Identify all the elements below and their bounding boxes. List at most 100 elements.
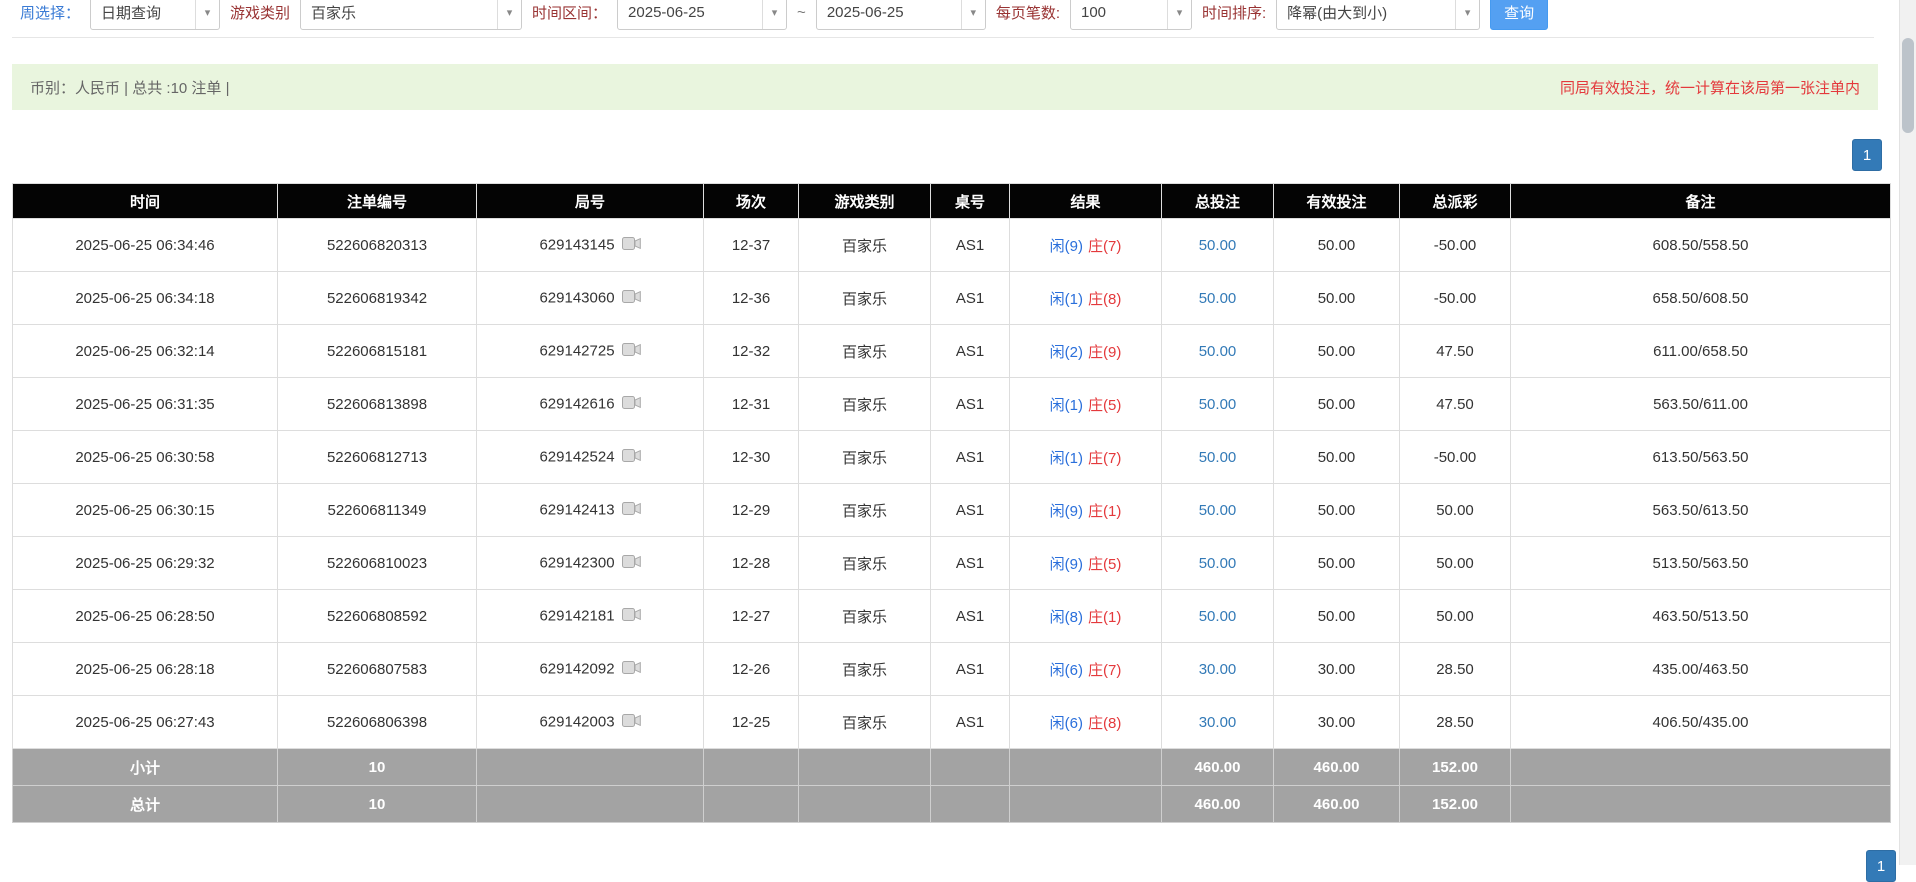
week-select-label: 周选择： xyxy=(20,2,80,23)
total-bet-link[interactable]: 50.00 xyxy=(1199,555,1237,572)
table-row: 2025-06-25 06:29:32 522606810023 6291423… xyxy=(13,537,1891,590)
video-replay-icon[interactable] xyxy=(622,448,641,467)
cell-round-id: 629142413 xyxy=(477,484,704,537)
total-bet-link[interactable]: 30.00 xyxy=(1199,661,1237,678)
cell-valid-bet: 50.00 xyxy=(1274,325,1400,378)
video-replay-icon[interactable] xyxy=(622,554,641,573)
banker-result: 庄(7) xyxy=(1088,238,1121,255)
vertical-scrollbar[interactable] xyxy=(1899,0,1916,865)
round-id-text: 629142524 xyxy=(539,448,614,465)
date-to-select[interactable]: 2025-06-25 ▾ xyxy=(816,0,986,30)
cell-valid-bet: 50.00 xyxy=(1274,590,1400,643)
banker-result: 庄(7) xyxy=(1088,450,1121,467)
table-row: 2025-06-25 06:27:43 522606806398 6291420… xyxy=(13,696,1891,749)
cell-total-bet: 30.00 xyxy=(1162,643,1274,696)
cell-valid-bet: 50.00 xyxy=(1274,219,1400,272)
video-replay-icon[interactable] xyxy=(622,713,641,732)
cell-round-id: 629142725 xyxy=(477,325,704,378)
player-result: 闲(1) xyxy=(1050,397,1083,414)
chevron-down-icon: ▾ xyxy=(961,0,985,29)
video-replay-icon[interactable] xyxy=(622,395,641,414)
video-replay-icon[interactable] xyxy=(622,342,641,361)
empty-cell xyxy=(1511,749,1891,786)
cell-time: 2025-06-25 06:30:15 xyxy=(13,484,278,537)
currency-total-text: 币别：人民币 | 总共 :10 注单 | xyxy=(30,77,229,98)
date-from-select[interactable]: 2025-06-25 ▾ xyxy=(617,0,787,30)
column-header-bet-id: 注单编号 xyxy=(278,184,477,219)
table-row: 2025-06-25 06:34:18 522606819342 6291430… xyxy=(13,272,1891,325)
total-bet-link[interactable]: 50.00 xyxy=(1199,502,1237,519)
video-replay-icon[interactable] xyxy=(622,236,641,255)
cell-remark: 613.50/563.50 xyxy=(1511,431,1891,484)
cell-table-no: AS1 xyxy=(931,431,1010,484)
game-category-label: 游戏类别 xyxy=(230,2,290,23)
pagination-bottom: 1 xyxy=(1866,850,1896,882)
cell-total-bet: 30.00 xyxy=(1162,696,1274,749)
cell-table-no: AS1 xyxy=(931,590,1010,643)
player-result: 闲(9) xyxy=(1050,503,1083,520)
column-header-time: 时间 xyxy=(13,184,278,219)
cell-table-no: AS1 xyxy=(931,325,1010,378)
empty-cell xyxy=(799,749,931,786)
table-row: 2025-06-25 06:31:35 522606813898 6291426… xyxy=(13,378,1891,431)
cell-result: 闲(6)庄(7) xyxy=(1010,643,1162,696)
cell-payout: 50.00 xyxy=(1400,537,1511,590)
banker-result: 庄(5) xyxy=(1088,397,1121,414)
range-tilde: ~ xyxy=(797,4,806,21)
cell-time: 2025-06-25 06:32:14 xyxy=(13,325,278,378)
scrollbar-thumb[interactable] xyxy=(1902,38,1914,133)
cell-session: 12-36 xyxy=(704,272,799,325)
cell-table-no: AS1 xyxy=(931,272,1010,325)
total-bet-link[interactable]: 50.00 xyxy=(1199,608,1237,625)
subtotal-total-bet: 460.00 xyxy=(1162,749,1274,786)
empty-cell xyxy=(931,749,1010,786)
empty-cell xyxy=(704,786,799,823)
cell-bet-id: 522606819342 xyxy=(278,272,477,325)
filter-row: 周选择： 日期查询 ▾ 游戏类别 百家乐 ▾ 时间区间： 2025-06-25 … xyxy=(20,0,1548,30)
column-header-result: 结果 xyxy=(1010,184,1162,219)
search-button[interactable]: 查询 xyxy=(1490,0,1548,30)
total-bet-link[interactable]: 50.00 xyxy=(1199,396,1237,413)
video-replay-icon[interactable] xyxy=(622,607,641,626)
cell-remark: 435.00/463.50 xyxy=(1511,643,1891,696)
cell-game-type: 百家乐 xyxy=(799,696,931,749)
page-size-select[interactable]: 100 ▾ xyxy=(1070,0,1192,30)
cell-round-id: 629142003 xyxy=(477,696,704,749)
cell-payout: 28.50 xyxy=(1400,643,1511,696)
total-bet-link[interactable]: 50.00 xyxy=(1199,237,1237,254)
date-from-value: 2025-06-25 xyxy=(628,4,705,21)
total-bet-link[interactable]: 50.00 xyxy=(1199,449,1237,466)
cell-session: 12-30 xyxy=(704,431,799,484)
cell-game-type: 百家乐 xyxy=(799,272,931,325)
page-1-button[interactable]: 1 xyxy=(1852,139,1882,171)
total-total-bet: 460.00 xyxy=(1162,786,1274,823)
table-row: 2025-06-25 06:30:58 522606812713 6291425… xyxy=(13,431,1891,484)
subtotal-label: 小计 xyxy=(13,749,278,786)
total-bet-link[interactable]: 30.00 xyxy=(1199,714,1237,731)
video-replay-icon[interactable] xyxy=(622,660,641,679)
cell-payout: 47.50 xyxy=(1400,325,1511,378)
cell-remark: 611.00/658.50 xyxy=(1511,325,1891,378)
subtotal-valid-bet: 460.00 xyxy=(1274,749,1400,786)
cell-bet-id: 522606812713 xyxy=(278,431,477,484)
video-replay-icon[interactable] xyxy=(622,289,641,308)
player-result: 闲(8) xyxy=(1050,609,1083,626)
cell-time: 2025-06-25 06:29:32 xyxy=(13,537,278,590)
cell-table-no: AS1 xyxy=(931,537,1010,590)
round-id-text: 629143060 xyxy=(539,289,614,306)
cell-session: 12-28 xyxy=(704,537,799,590)
game-category-select[interactable]: 百家乐 ▾ xyxy=(300,0,522,30)
page-1-button-bottom[interactable]: 1 xyxy=(1866,850,1896,882)
cell-round-id: 629142524 xyxy=(477,431,704,484)
time-sort-select[interactable]: 降幂(由大到小) ▾ xyxy=(1276,0,1480,30)
total-bet-link[interactable]: 50.00 xyxy=(1199,343,1237,360)
banker-result: 庄(5) xyxy=(1088,556,1121,573)
query-type-select[interactable]: 日期查询 ▾ xyxy=(90,0,220,30)
round-id-text: 629142725 xyxy=(539,342,614,359)
total-bet-link[interactable]: 50.00 xyxy=(1199,290,1237,307)
filter-section: 周选择： 日期查询 ▾ 游戏类别 百家乐 ▾ 时间区间： 2025-06-25 … xyxy=(12,0,1874,38)
video-replay-icon[interactable] xyxy=(622,501,641,520)
table-row: 2025-06-25 06:30:15 522606811349 6291424… xyxy=(13,484,1891,537)
cell-bet-id: 522606813898 xyxy=(278,378,477,431)
subtotal-count: 10 xyxy=(278,749,477,786)
